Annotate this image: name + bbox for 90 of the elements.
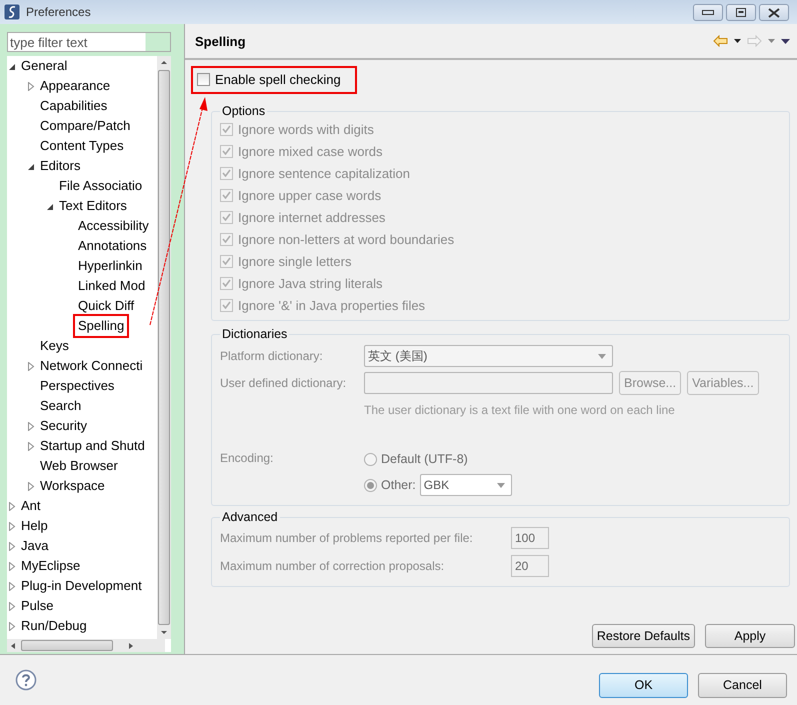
collapsed-triangle-icon[interactable] [8,622,16,631]
tree-item[interactable]: Spelling [76,317,126,335]
check-icon [222,279,231,287]
dictionary-input-field[interactable] [364,372,613,394]
collapsed-triangle-icon[interactable] [8,542,16,551]
encoding-radio[interactable]: Default (UTF-8) [364,452,468,466]
app-logo-icon [4,4,20,20]
tree-item[interactable]: Accessibility [76,217,151,235]
expanded-triangle-icon[interactable] [27,162,35,171]
check-icon [222,257,231,265]
group-title: Dictionaries [221,327,288,341]
tree-item[interactable]: MyEclipse [19,557,82,575]
tree-item[interactable]: Web Browser [38,457,120,475]
tree-item[interactable]: Appearance [38,77,112,95]
encoding-radio[interactable]: Other: [364,478,416,492]
collapsed-triangle-icon[interactable] [27,422,35,431]
collapsed-triangle-icon[interactable] [27,442,35,451]
group-title: Options [221,104,266,118]
back-arrow-icon[interactable] [713,35,728,47]
tree-item[interactable]: Security [38,417,89,435]
close-icon [768,8,780,18]
check-icon [222,169,231,177]
tree-item[interactable]: Java [19,537,50,555]
number-field[interactable]: 20 [511,555,549,577]
window-title: Preferences [26,5,91,19]
check-icon [222,213,231,221]
page-title: Spelling [195,34,246,48]
tree-item[interactable]: Content Types [38,137,126,155]
tree-item[interactable]: Compare/Patch [38,117,132,135]
tree-item[interactable]: Network Connecti [38,357,145,375]
field-label: Encoding: [220,451,274,465]
tree-item[interactable]: Plug-in Development [19,577,144,595]
check-icon [222,301,231,309]
restore-defaults-button[interactable]: Restore Defaults [592,624,695,648]
cancel-button[interactable]: Cancel [698,672,787,698]
tree-item[interactable]: General [19,57,70,75]
field-label: User defined dictionary: [220,376,348,390]
tree-item[interactable]: Startup and Shutd [38,437,147,455]
check-icon [222,147,231,155]
field-label: Maximum number of problems reported per file: [220,531,474,545]
collapsed-triangle-icon[interactable] [8,502,16,511]
help-icon[interactable] [15,669,37,691]
tree-item[interactable]: Text Editors [57,197,129,215]
encoding-dropdown[interactable]: GBK [420,474,512,496]
check-icon [222,191,231,199]
caret-icon [496,482,505,488]
caret-icon [598,354,606,358]
collapsed-triangle-icon[interactable] [8,582,16,591]
number-field[interactable]: 100 [511,527,549,549]
ok-button[interactable]: OK [599,672,688,698]
apply-button[interactable]: Apply [705,624,795,648]
tree-item[interactable]: Annotations [76,237,149,255]
collapsed-triangle-icon[interactable] [27,362,35,371]
expanded-triangle-icon[interactable] [46,202,54,211]
tree-item[interactable]: Capabilities [38,97,110,115]
collapsed-triangle-icon[interactable] [27,82,35,91]
tree-item[interactable]: Editors [38,157,82,175]
tree-item[interactable]: Run/Debug [19,617,89,635]
tree-item[interactable]: Workspace [38,477,107,495]
menu-caret-icon[interactable] [781,38,790,44]
hint-text: The user dictionary is a text file with one word on each line [364,403,676,419]
filter-field[interactable]: type filter text [7,32,171,52]
tree-item[interactable]: File Associatio [57,177,144,195]
tree-item[interactable]: Pulse [19,597,56,615]
tree-item[interactable]: Ant [19,497,43,515]
close-button[interactable] [759,4,789,21]
field-label: Maximum number of correction proposals: [220,559,446,573]
field-label: Platform dictionary: [220,349,324,363]
tree-item[interactable]: Search [38,397,84,415]
collapsed-triangle-icon[interactable] [8,522,16,531]
check-icon [222,235,231,243]
tree-item[interactable]: Quick Diff [76,297,136,315]
tree-item[interactable]: Hyperlinkin [76,257,144,275]
maximize-icon [736,8,746,17]
enable-checkbox[interactable]: Enable spell checking [191,66,357,94]
group-title: Advanced [221,510,279,524]
tree-item[interactable]: Linked Mod [76,277,148,295]
maximize-button[interactable] [726,4,756,21]
collapsed-triangle-icon[interactable] [8,602,16,611]
collapsed-triangle-icon[interactable] [27,482,35,491]
tree-item[interactable]: Keys [38,337,71,355]
check-icon [222,125,231,133]
dropdown-caret-icon[interactable] [734,39,741,43]
minimize-icon [702,10,714,16]
dictionary-dropdown[interactable]: 英文 (美国) [364,345,613,367]
expanded-triangle-icon[interactable] [8,62,16,71]
collapsed-triangle-icon[interactable] [8,562,16,571]
minimize-button[interactable] [693,4,723,21]
tree-item[interactable]: Perspectives [38,377,116,395]
tree-item[interactable]: Help [19,517,50,535]
